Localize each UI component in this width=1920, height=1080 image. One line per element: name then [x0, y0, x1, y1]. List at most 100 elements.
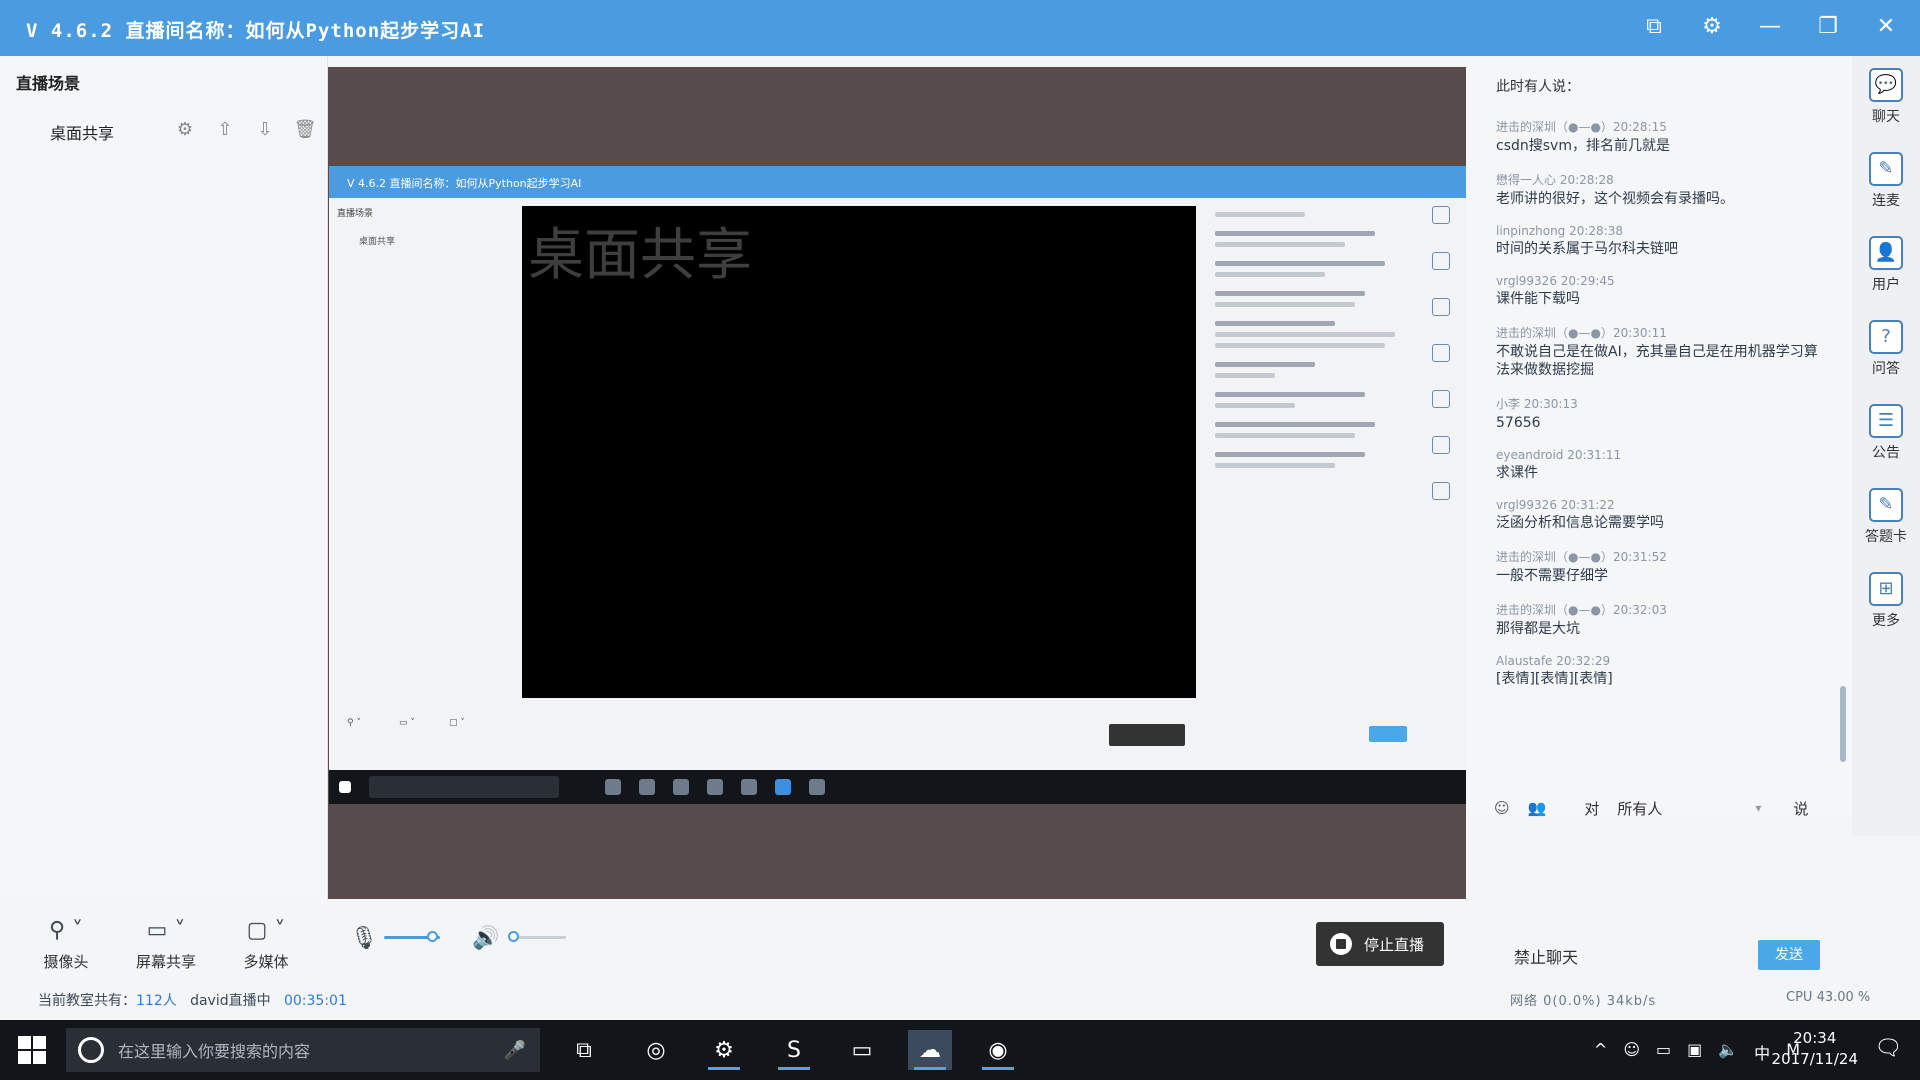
- message-user: eyeandroid 20:31:11: [1496, 448, 1622, 462]
- send-button[interactable]: 发送: [1758, 940, 1820, 970]
- message-text: 求课件: [1496, 465, 1538, 481]
- network-status: 网络 0(0.0%) 34kb/s: [1510, 994, 1657, 1009]
- system-clock[interactable]: 20:34 2017/11/24: [1772, 1028, 1858, 1070]
- move-up-icon[interactable]: ⇧: [212, 116, 238, 142]
- chat-message: vrgl99326 20:31:22 泛函分析和信息论需要学吗: [1496, 498, 1826, 532]
- multimedia-icon: ▢ ˅: [246, 918, 286, 943]
- rail-item-more[interactable]: ⊞ 更多: [1852, 566, 1920, 638]
- windows-start-icon[interactable]: [18, 1036, 46, 1064]
- search-placeholder: 在这里输入你要搜索的内容: [118, 1042, 311, 1061]
- sogou-icon[interactable]: S: [772, 1030, 816, 1070]
- close-button[interactable]: ✕: [1868, 8, 1904, 44]
- speaker-slider-knob[interactable]: [507, 931, 519, 942]
- private-chat-icon[interactable]: 👥: [1528, 799, 1547, 817]
- mic-slider-knob[interactable]: [426, 931, 438, 942]
- cpu-status: CPU 43.00 %: [1786, 990, 1871, 1005]
- nested-title: V 4.6.2 直播间名称：如何从Python起步学习AI: [347, 177, 582, 190]
- mic-volume-slider[interactable]: [384, 931, 440, 942]
- nested-chat-lines: [1207, 206, 1417, 706]
- nested-scene-title: 直播场景: [337, 209, 374, 219]
- minimize-icon: —: [1759, 13, 1781, 39]
- multimedia-button[interactable]: ▢ ˅ 多媒体: [226, 918, 306, 972]
- message-user: 懋得一人心 20:28:28: [1496, 173, 1614, 187]
- microphone-icon[interactable]: 🎙: [350, 926, 378, 951]
- screen-share-button[interactable]: ▭ ˅ 屏幕共享: [126, 918, 206, 972]
- scene-settings-icon[interactable]: ⚙: [172, 116, 198, 142]
- nested-scene-item: 桌面共享: [359, 237, 396, 247]
- rail-item-chat[interactable]: 💬 聊天: [1852, 62, 1920, 134]
- camera-button[interactable]: ⚲ ˅ 摄像头: [26, 918, 106, 972]
- taskbar-search[interactable]: 在这里输入你要搜索的内容 🎤: [66, 1028, 540, 1072]
- rail-item-qa[interactable]: ? 问答: [1852, 314, 1920, 386]
- chat-icon: 💬: [1869, 68, 1903, 102]
- nested-screen-capture: V 4.6.2 直播间名称：如何从Python起步学习AI ⧉⚙—❐✕ 直播场景…: [329, 166, 1466, 804]
- chevron-down-icon[interactable]: ▾: [1755, 801, 1761, 815]
- message-text: 不敢说自己是在做AI，充其量自己是在用机器学习算法来做数据挖掘: [1496, 344, 1818, 378]
- rail-item-notice[interactable]: ☰ 公告: [1852, 398, 1920, 470]
- recipient-select[interactable]: 所有人: [1617, 798, 1737, 819]
- rail-item-answer-card[interactable]: ✎ 答题卡: [1852, 482, 1920, 554]
- volume-icon[interactable]: 🔈: [1718, 1040, 1738, 1064]
- task-view-icon[interactable]: ⧉: [562, 1030, 606, 1070]
- user-tray-icon[interactable]: ☺: [1623, 1040, 1640, 1064]
- live-app-icon[interactable]: ☁: [908, 1030, 952, 1070]
- rail-label: 公告: [1872, 445, 1900, 461]
- emoji-icon[interactable]: ☺: [1494, 799, 1510, 817]
- status-prefix: 当前教室共有：: [38, 993, 136, 1009]
- scene-panel-title: 直播场景: [16, 74, 81, 93]
- message-user: 进击的深圳（●—●）20:28:15: [1496, 120, 1667, 134]
- message-text: 课件能下载吗: [1496, 291, 1580, 307]
- ban-chat-toggle[interactable]: 禁止聊天: [1514, 944, 1578, 968]
- mic-link-icon: ✎: [1869, 152, 1903, 186]
- chat-message: 进击的深圳（●—●）20:30:11 不敢说自己是在做AI，充其量自己是在用机器学…: [1496, 324, 1826, 379]
- message-text: 老师讲的很好，这个视频会有录播吗。: [1496, 191, 1734, 207]
- more-icon: ⊞: [1869, 572, 1903, 606]
- move-down-icon[interactable]: ⇩: [252, 116, 278, 142]
- clock-time: 20:34: [1793, 1029, 1837, 1047]
- chevron-up-icon[interactable]: ^: [1594, 1040, 1607, 1064]
- message-text: 57656: [1496, 415, 1541, 431]
- chat-scrollbar[interactable]: [1840, 686, 1846, 762]
- chat-message: Alaustafe 20:32:29 [表情][表情][表情]: [1496, 654, 1826, 688]
- settings-app-icon[interactable]: ⚙: [702, 1030, 746, 1070]
- message-text: 那得都是大坑: [1496, 621, 1580, 637]
- to-label: 对: [1584, 799, 1600, 818]
- ime-indicator[interactable]: 中: [1754, 1040, 1770, 1064]
- restore-button[interactable]: ❐: [1810, 8, 1846, 44]
- rail-label: 更多: [1872, 613, 1900, 629]
- notification-icon[interactable]: 🗨: [1874, 1036, 1902, 1061]
- terminal-icon[interactable]: ▭: [840, 1030, 884, 1070]
- message-user: vrgl99326 20:31:22: [1496, 498, 1615, 512]
- message-text: 一般不需要仔细学: [1496, 568, 1608, 584]
- message-user: vrgl99326 20:29:45: [1496, 274, 1615, 288]
- scene-panel: 直播场景 桌面共享 ⚙ ⇧ ⇩ 🗑: [0, 56, 328, 906]
- stop-live-button[interactable]: 停止直播: [1316, 922, 1444, 966]
- message-user: Alaustafe 20:32:29: [1496, 654, 1611, 668]
- scene-item-desktop-share[interactable]: 桌面共享 ⚙ ⇧ ⇩ 🗑: [0, 108, 328, 152]
- student-count: 112人: [136, 993, 177, 1009]
- taskbar: 在这里输入你要搜索的内容 🎤 ⧉ ◎ ⚙ S ▭ ☁ ◉ ^ ☺ ▭ ▣ 🔈 中…: [0, 1020, 1920, 1080]
- mic-icon[interactable]: 🎤: [504, 1040, 526, 1061]
- minimize-button[interactable]: —: [1752, 8, 1788, 44]
- classroom-status: 当前教室共有：112人 david直播中 00:35:01: [38, 990, 347, 1010]
- recorder-app-icon[interactable]: ◉: [976, 1030, 1020, 1070]
- system-tray: ^ ☺ ▭ ▣ 🔈 中 M: [1594, 1040, 1800, 1064]
- speaker-volume-slider[interactable]: [507, 931, 566, 942]
- camera-icon: ⚲ ˅: [48, 918, 84, 943]
- rail-item-user[interactable]: 👤 用户: [1852, 230, 1920, 302]
- rail-item-mic-link[interactable]: ✎ 连麦: [1852, 146, 1920, 218]
- battery-icon[interactable]: ▭: [1656, 1040, 1671, 1064]
- nested-title-bar: V 4.6.2 直播间名称：如何从Python起步学习AI ⧉⚙—❐✕: [329, 166, 1466, 198]
- rail-label: 连麦: [1872, 193, 1900, 209]
- browser-icon[interactable]: ◎: [634, 1030, 678, 1070]
- settings-button[interactable]: ⚙: [1694, 8, 1730, 44]
- message-text: 时间的关系属于马尔科夫链吧: [1496, 241, 1678, 257]
- delete-icon[interactable]: 🗑: [292, 116, 318, 142]
- message-text: [表情][表情][表情]: [1496, 671, 1613, 687]
- speaker-icon[interactable]: 🔊: [472, 926, 499, 951]
- rail-label: 问答: [1872, 361, 1900, 377]
- network-icon[interactable]: ▣: [1687, 1040, 1702, 1064]
- message-user: 进击的深圳（●—●）20:32:03: [1496, 603, 1667, 617]
- share-window-button[interactable]: ⧉: [1636, 8, 1672, 44]
- gear-icon: ⚙: [1702, 13, 1722, 39]
